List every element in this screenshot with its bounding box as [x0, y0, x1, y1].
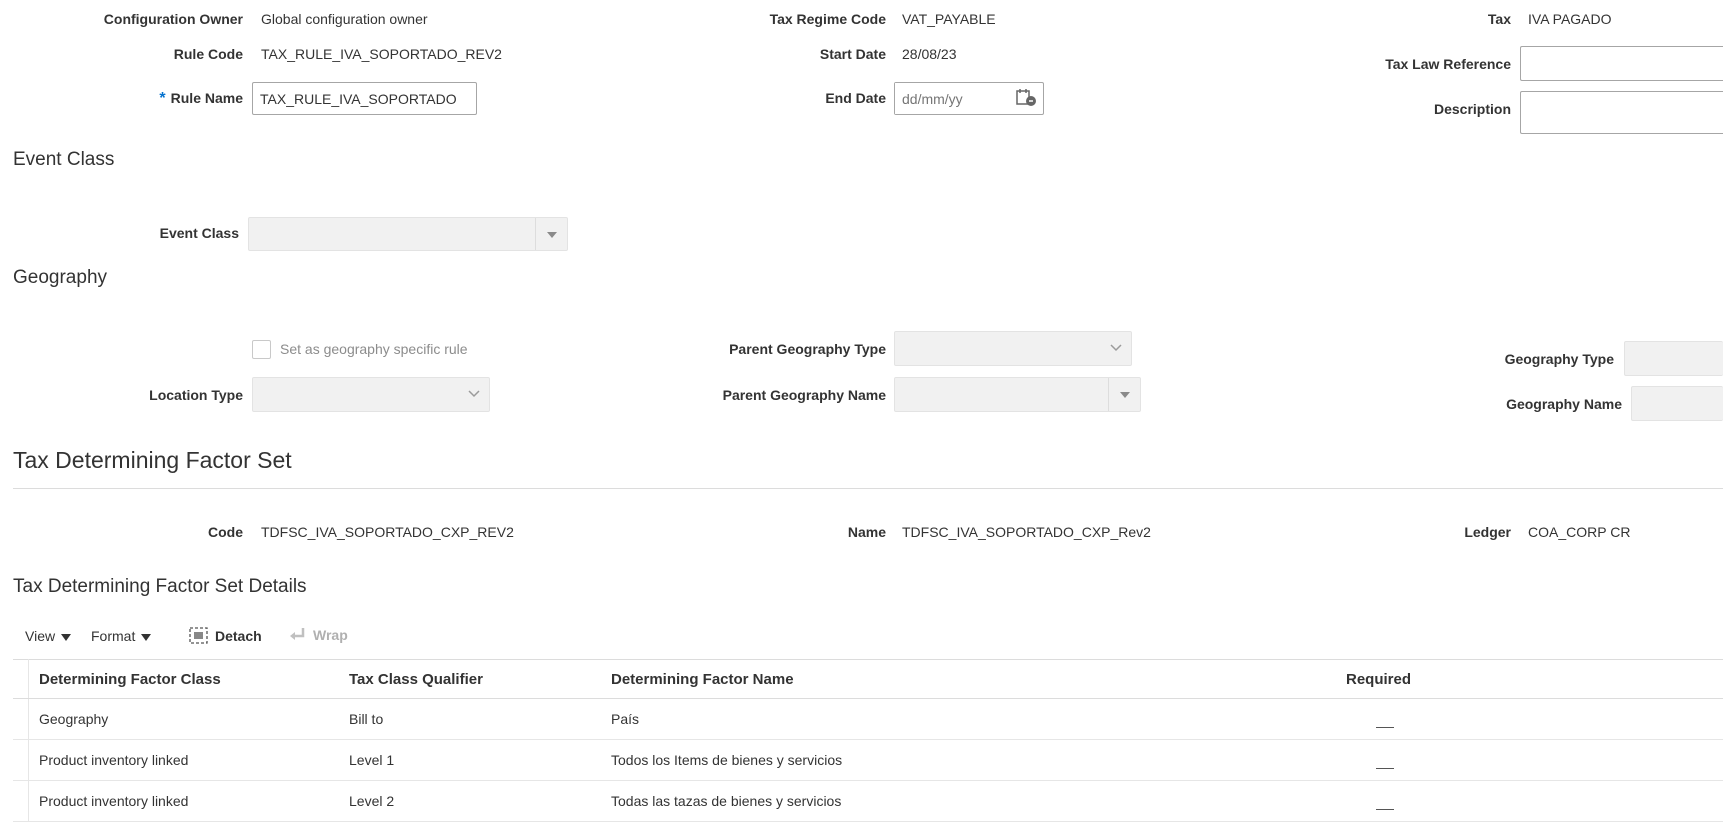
column-header-factor-class[interactable]: Determining Factor Class	[28, 659, 339, 699]
caret-down-icon	[61, 633, 72, 641]
format-menu[interactable]: Format	[91, 628, 152, 644]
table-row[interactable]: Product inventory linked Level 1 Todos l…	[13, 739, 1723, 781]
row-header-cell[interactable]	[13, 739, 29, 781]
factor-set-name-value: TDFSC_IVA_SOPORTADO_CXP_Rev2	[902, 524, 1151, 540]
qualifier-cell: Bill to	[339, 698, 601, 740]
column-header-factor-name[interactable]: Determining Factor Name	[601, 659, 1336, 699]
location-type-label: Location Type	[149, 387, 243, 403]
required-dash	[1376, 727, 1394, 728]
wrap-button[interactable]: Wrap	[289, 627, 348, 646]
row-header-gutter	[13, 659, 29, 699]
factor-class-cell: Product inventory linked	[28, 739, 339, 781]
factor-name-cell: Todas las tazas de bienes y servicios	[601, 780, 1336, 822]
end-date-input[interactable]	[895, 83, 1005, 114]
section-divider	[13, 488, 1723, 489]
factor-set-code-label: Code	[208, 524, 243, 540]
rule-code-value: TAX_RULE_IVA_SOPORTADO_REV2	[261, 46, 502, 62]
tax-label: Tax	[1487, 11, 1511, 27]
ledger-label: Ledger	[1464, 524, 1511, 540]
rule-name-label: * Rule Name	[159, 90, 243, 107]
row-header-cell[interactable]	[13, 780, 29, 822]
rule-code-label: Rule Code	[173, 46, 243, 62]
factor-details-table: Determining Factor Class Tax Class Quali…	[13, 659, 1723, 822]
factor-name-cell: Todos los Items de bienes y servicios	[601, 739, 1336, 781]
qualifier-cell: Level 2	[339, 780, 601, 822]
caret-down-icon	[141, 633, 152, 641]
table-row[interactable]: Product inventory linked Level 2 Todas l…	[13, 780, 1723, 822]
parent-geography-name-dropdown-button[interactable]	[1108, 378, 1140, 411]
required-cell	[1336, 780, 1723, 822]
ledger-value: COA_CORP CR	[1528, 524, 1631, 540]
details-section-title: Tax Determining Factor Set Details	[13, 576, 307, 597]
tax-law-reference-input[interactable]	[1520, 46, 1723, 81]
event-class-section-title: Event Class	[13, 149, 115, 170]
dropdown-arrow-icon	[1120, 392, 1130, 398]
rule-name-input[interactable]	[252, 82, 477, 115]
required-dash	[1376, 768, 1394, 769]
detach-button[interactable]: Detach	[189, 627, 262, 648]
required-dash	[1376, 809, 1394, 810]
factor-set-code-value: TDFSC_IVA_SOPORTADO_CXP_REV2	[261, 524, 514, 540]
parent-geography-name-select[interactable]	[894, 377, 1141, 412]
end-date-field[interactable]	[894, 82, 1044, 115]
description-input[interactable]	[1520, 91, 1723, 134]
calendar-icon[interactable]	[1016, 88, 1038, 111]
chevron-down-icon	[1109, 341, 1123, 358]
configuration-owner-label: Configuration Owner	[103, 11, 243, 27]
geography-type-label: Geography Type	[1504, 351, 1614, 367]
factor-set-section-title: Tax Determining Factor Set	[13, 447, 292, 473]
dropdown-arrow-icon	[547, 232, 557, 238]
required-cell	[1336, 739, 1723, 781]
event-class-dropdown-button[interactable]	[535, 218, 567, 250]
location-type-select[interactable]	[252, 377, 490, 412]
tax-regime-code-label: Tax Regime Code	[769, 11, 886, 27]
factor-class-cell: Product inventory linked	[28, 780, 339, 822]
geography-section-title: Geography	[13, 267, 108, 288]
description-label: Description	[1433, 101, 1511, 117]
wrap-icon	[289, 627, 307, 646]
parent-geography-name-label: Parent Geography Name	[722, 387, 886, 403]
geography-specific-checkbox[interactable]	[252, 340, 271, 359]
geography-name-label: Geography Name	[1506, 396, 1622, 412]
detach-icon	[189, 627, 209, 648]
parent-geography-type-select[interactable]	[894, 331, 1132, 366]
configuration-owner-value: Global configuration owner	[261, 11, 428, 27]
tax-regime-code-value: VAT_PAYABLE	[902, 11, 996, 27]
qualifier-cell: Level 1	[339, 739, 601, 781]
end-date-label: End Date	[825, 90, 886, 106]
tax-value: IVA PAGADO	[1528, 11, 1612, 27]
geography-specific-checkbox-label: Set as geography specific rule	[280, 341, 468, 357]
factor-class-cell: Geography	[28, 698, 339, 740]
geography-type-select[interactable]	[1624, 341, 1723, 376]
start-date-label: Start Date	[819, 46, 886, 62]
column-header-qualifier[interactable]: Tax Class Qualifier	[339, 659, 601, 699]
event-class-label: Event Class	[159, 225, 239, 241]
start-date-value: 28/08/23	[902, 46, 957, 62]
event-class-select[interactable]	[248, 217, 568, 251]
required-indicator: *	[159, 90, 166, 107]
parent-geography-type-label: Parent Geography Type	[729, 341, 886, 357]
view-menu[interactable]: View	[25, 628, 72, 644]
column-header-required[interactable]: Required	[1336, 659, 1723, 699]
geography-name-select[interactable]	[1631, 386, 1723, 421]
table-header-row: Determining Factor Class Tax Class Quali…	[13, 659, 1723, 699]
factor-set-name-label: Name	[847, 524, 886, 540]
required-cell	[1336, 698, 1723, 740]
tax-law-reference-label: Tax Law Reference	[1385, 56, 1511, 72]
factor-name-cell: País	[601, 698, 1336, 740]
chevron-down-icon	[467, 387, 481, 404]
row-header-cell[interactable]	[13, 698, 29, 740]
table-row[interactable]: Geography Bill to País	[13, 698, 1723, 740]
